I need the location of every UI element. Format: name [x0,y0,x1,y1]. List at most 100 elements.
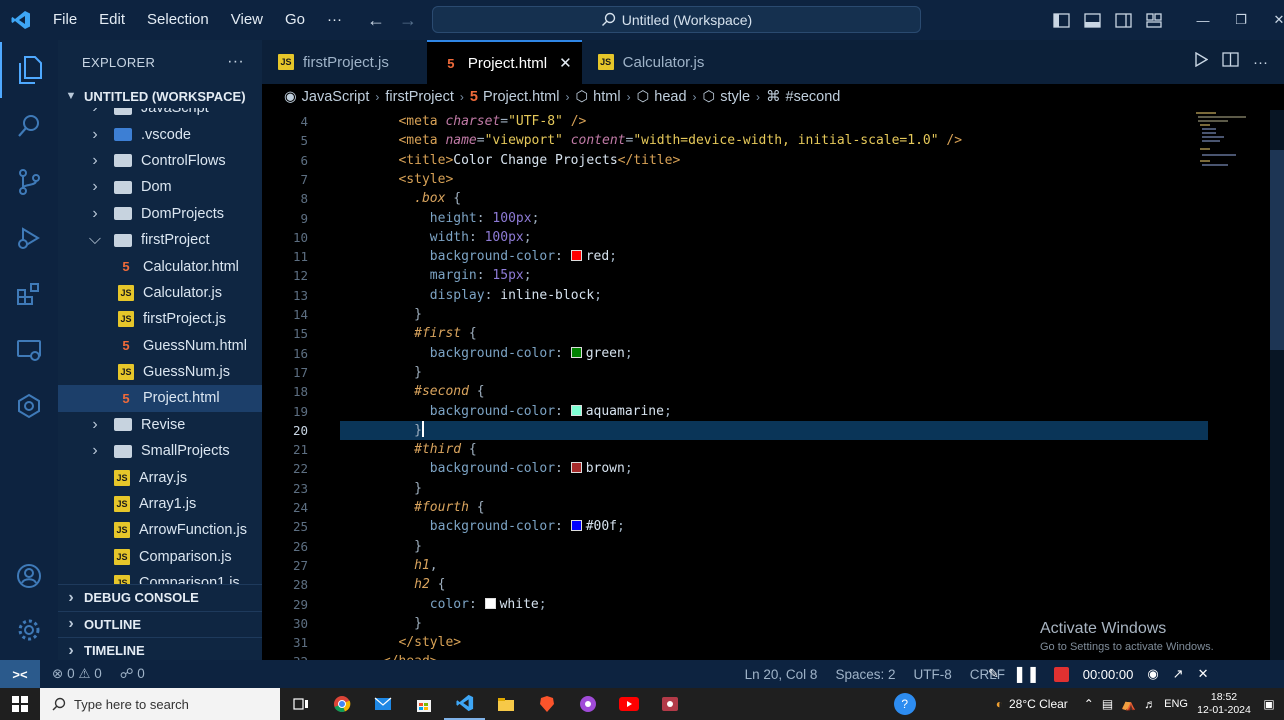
code-line[interactable]: 20 } [262,420,1284,441]
pause-icon[interactable]: ❚❚ [1013,664,1040,684]
restore-icon[interactable]: ❐ [1222,0,1260,40]
folder-row[interactable]: › Dom [58,174,262,200]
folder-row[interactable]: › JavaScript [58,108,262,121]
breadcrumb-item[interactable]: ⬡ html [576,89,621,105]
more-actions-icon[interactable]: ··· [1253,54,1268,71]
external-icon[interactable]: ↗ [1173,666,1184,682]
close-recorder-icon[interactable]: ✕ [1198,666,1209,682]
workspace-section-header[interactable]: ▼ UNTITLED (WORKSPACE) [58,84,262,108]
youtube-icon[interactable] [608,688,649,720]
stop-record-button[interactable] [1053,666,1069,682]
code-line[interactable]: 18 #second { [262,382,1284,401]
chrome-icon[interactable] [321,688,362,720]
menu-item-go[interactable]: Go [274,0,316,40]
code-line[interactable]: 32 </head> [262,652,1284,660]
breadcrumb-item[interactable]: firstProject [385,89,454,105]
indentation-status[interactable]: Spaces: 2 [826,667,904,682]
toggle-primary-sidebar-icon[interactable] [1046,0,1077,40]
file-row[interactable]: JS Calculator.js [58,280,262,306]
brave-icon[interactable] [526,688,567,720]
color-swatch[interactable] [570,250,582,262]
code-line[interactable]: 21 #third { [262,440,1284,459]
ports-status[interactable]: ☍ 0 [111,666,154,682]
file-row[interactable]: ›JSArray.js [58,464,262,490]
menu-item-file[interactable]: File [42,0,88,40]
folder-row[interactable]: › ControlFlows [58,148,262,174]
file-row[interactable]: 5 Project.html [58,385,262,412]
file-explorer-icon[interactable] [485,688,526,720]
notifications-icon[interactable]: ▣ [1254,697,1284,711]
toggle-panel-icon[interactable] [1077,0,1108,40]
code-line[interactable]: 9 height: 100px; [262,209,1284,228]
explorer-more-icon[interactable]: ··· [227,53,244,71]
color-swatch[interactable] [570,520,582,532]
code-line[interactable]: 23 } [262,479,1284,498]
clock[interactable]: 18:52 12-01-2024 [1194,691,1254,717]
windows-start-icon[interactable] [0,688,40,720]
tab-close-icon[interactable]: ✕ [559,54,572,72]
taskbar-search[interactable]: Type here to search [40,688,280,720]
menu-item-view[interactable]: View [220,0,274,40]
code-line[interactable]: 26 } [262,537,1284,556]
code-line[interactable]: 29 color: white; [262,595,1284,614]
vscode-logo-icon[interactable] [0,0,42,40]
remote-explorer-icon[interactable] [0,322,58,378]
color-swatch[interactable] [484,597,496,609]
help-icon[interactable]: ? [893,693,916,715]
folder-row[interactable]: › .vscode [58,121,262,147]
language-indicator[interactable]: ENG [1164,698,1188,710]
accounts-icon[interactable] [0,548,58,604]
explorer-icon[interactable] [0,42,58,98]
menu-item-more[interactable]: ··· [316,0,353,40]
code-line[interactable]: 27 h1, [262,556,1284,575]
pen-icon[interactable]: ✎ [988,666,999,682]
command-center-search[interactable]: Untitled (Workspace) [432,6,921,33]
code-line[interactable]: 5 <meta name="viewport" content="width=d… [262,131,1284,150]
code-line[interactable]: 12 margin: 15px; [262,266,1284,285]
tab-calculator-js[interactable]: JS Calculator.js [582,40,743,84]
code-line[interactable]: 15 #first { [262,324,1284,343]
folder-row[interactable]: ⌵ firstProject [58,227,262,253]
tab-firstproject-js[interactable]: JS firstProject.js [262,40,427,84]
folder-row[interactable]: › Revise [58,412,262,438]
tab-project-html[interactable]: 5 Project.html ✕ [426,40,582,84]
purple-app-icon[interactable] [567,688,608,720]
cursor-position[interactable]: Ln 20, Col 8 [736,667,827,682]
code-line[interactable]: 4 <meta charset="UTF-8" /> [262,112,1284,131]
file-row[interactable]: ›JSArray1.js [58,491,262,517]
folder-row[interactable]: › DomProjects [58,201,262,227]
store-icon[interactable] [403,688,444,720]
weather-text[interactable]: 28°C Clear [1009,697,1068,711]
testing-icon[interactable] [0,378,58,434]
volume-icon[interactable]: ♬ [1144,697,1156,711]
settings-gear-icon[interactable] [0,602,58,658]
file-row[interactable]: 5 Calculator.html [58,253,262,279]
file-row[interactable]: JS GuessNum.js [58,359,262,385]
forward-arrow-icon[interactable]: → [392,10,424,31]
run-file-icon[interactable] [1194,51,1209,72]
file-row[interactable]: 5 GuessNum.html [58,333,262,359]
run-debug-icon[interactable] [0,210,58,266]
code-line[interactable]: 24 #fourth { [262,498,1284,517]
problems-status[interactable]: ⊗ 0 ⚠ 0 [40,666,111,682]
breadcrumb-item[interactable]: 5 Project.html [470,89,560,105]
color-swatch[interactable] [570,462,582,474]
panel-section-outline[interactable]: › OUTLINE [58,610,262,637]
code-line[interactable]: 19 background-color: aquamarine; [262,402,1284,421]
menu-item-selection[interactable]: Selection [136,0,220,40]
folder-row[interactable]: › SmallProjects [58,438,262,464]
encoding-status[interactable]: UTF-8 [904,667,960,682]
file-row[interactable]: ›JSArrowFunction.js [58,517,262,543]
code-line[interactable]: 17 } [262,363,1284,382]
code-line[interactable]: 22 background-color: brown; [262,459,1284,478]
code-line[interactable]: 7 <style> [262,170,1284,189]
code-line[interactable]: 16 background-color: green; [262,344,1284,363]
breadcrumb-item[interactable]: ⌘ #second [766,89,840,105]
file-row[interactable]: ›JSComparison.js [58,544,262,570]
code-line[interactable]: 28 h2 { [262,575,1284,594]
minimize-icon[interactable]: — [1184,0,1222,40]
breadcrumb-item[interactable]: ◉ JavaScript [284,89,369,105]
remote-indicator[interactable]: >< [0,660,40,688]
code-line[interactable]: 25 background-color: #00f; [262,517,1284,536]
camera-icon[interactable]: ◉ [1147,666,1158,682]
